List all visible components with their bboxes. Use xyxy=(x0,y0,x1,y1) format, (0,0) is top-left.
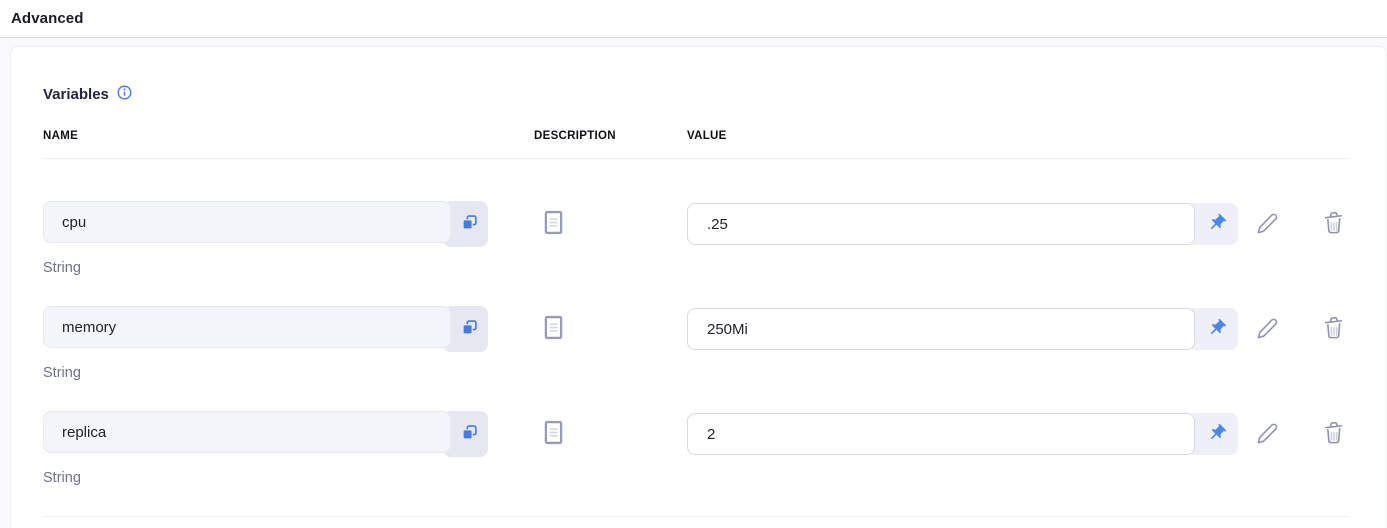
edit-pencil-icon xyxy=(1255,316,1279,343)
delete-variable-button[interactable] xyxy=(1316,312,1350,346)
edit-variable-button[interactable] xyxy=(1250,312,1284,346)
info-button[interactable] xyxy=(117,85,132,103)
variable-type-label: String xyxy=(43,260,1354,276)
edit-variable-button[interactable] xyxy=(1250,417,1284,451)
edit-variable-button[interactable] xyxy=(1250,207,1284,241)
trash-icon xyxy=(1322,420,1345,448)
advanced-section-header: Advanced xyxy=(0,0,1387,38)
info-icon xyxy=(117,85,132,103)
pin-icon xyxy=(1207,213,1227,236)
description-icon xyxy=(544,420,563,448)
variable-value-input[interactable] xyxy=(687,308,1195,350)
name-field-group xyxy=(43,411,488,457)
description-cell xyxy=(488,420,687,448)
table-header-row: NAME DESCRIPTION VALUE xyxy=(43,130,1354,142)
variable-row-cpu: String xyxy=(43,201,1354,276)
variable-row-replica: String xyxy=(43,411,1354,486)
delete-variable-button[interactable] xyxy=(1316,207,1350,241)
variable-row-memory: String xyxy=(43,306,1354,381)
variable-type-label: String xyxy=(43,365,1354,381)
value-field-group xyxy=(687,411,1238,457)
variable-value-input[interactable] xyxy=(687,413,1195,455)
bottom-divider xyxy=(43,516,1349,517)
edit-pencil-icon xyxy=(1255,421,1279,448)
description-cell xyxy=(488,210,687,238)
name-field-group xyxy=(43,306,488,352)
description-button[interactable] xyxy=(544,315,563,343)
edit-pencil-icon xyxy=(1255,211,1279,238)
variable-name-input[interactable] xyxy=(43,411,451,453)
variables-title: Variables xyxy=(43,86,109,103)
page-title: Advanced xyxy=(11,10,84,27)
description-cell xyxy=(488,315,687,343)
variables-card: Variables NAME DESCRIPTION VALUE xyxy=(10,46,1387,528)
trash-icon xyxy=(1322,315,1345,343)
header-divider xyxy=(43,158,1349,159)
column-header-description: DESCRIPTION xyxy=(488,130,687,142)
description-button[interactable] xyxy=(544,210,563,238)
variable-name-input[interactable] xyxy=(43,201,451,243)
column-header-name: NAME xyxy=(43,130,488,142)
value-field-group xyxy=(687,201,1238,247)
description-icon xyxy=(544,210,563,238)
pin-icon xyxy=(1207,318,1227,341)
variable-type-label: String xyxy=(43,470,1354,486)
description-button[interactable] xyxy=(544,420,563,448)
copy-icon xyxy=(461,424,478,444)
trash-icon xyxy=(1322,210,1345,238)
delete-variable-button[interactable] xyxy=(1316,417,1350,451)
copy-icon xyxy=(461,319,478,339)
column-header-value: VALUE xyxy=(687,130,1354,142)
value-field-group xyxy=(687,306,1238,352)
name-field-group xyxy=(43,201,488,247)
copy-icon xyxy=(461,214,478,234)
pin-icon xyxy=(1207,423,1227,446)
variable-value-input[interactable] xyxy=(687,203,1195,245)
variable-rows: String xyxy=(43,201,1354,486)
variables-title-row: Variables xyxy=(43,85,1354,103)
description-icon xyxy=(544,315,563,343)
variable-name-input[interactable] xyxy=(43,306,451,348)
